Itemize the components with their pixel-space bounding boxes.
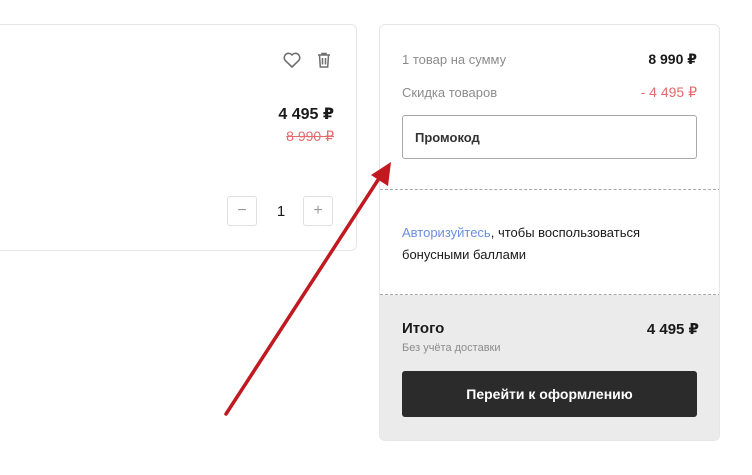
login-link[interactable]: Авторизуйтесь bbox=[402, 225, 491, 240]
bonus-text: Авторизуйтесь, чтобы воспользоваться бон… bbox=[402, 222, 692, 266]
order-summary-panel: 1 товар на сумму 8 990 ₽ Скидка товаров … bbox=[379, 24, 720, 441]
items-total-label: 1 товар на сумму bbox=[402, 52, 507, 67]
heart-icon bbox=[283, 52, 301, 68]
trash-icon bbox=[318, 52, 330, 68]
total-note: Без учёта доставки bbox=[402, 342, 501, 354]
items-total-value: 8 990 ₽ bbox=[648, 51, 697, 67]
cart-item-card: 4 495 ₽ 8 990 ₽ − 1 + bbox=[0, 24, 357, 251]
items-total-row: 1 товар на сумму 8 990 ₽ bbox=[402, 51, 697, 68]
quantity-increase-button[interactable]: + bbox=[303, 196, 333, 226]
total-value: 4 495 ₽ bbox=[646, 321, 699, 338]
current-price: 4 495 ₽ bbox=[278, 106, 334, 123]
discount-row: Скидка товаров - 4 495 ₽ bbox=[402, 84, 697, 101]
checkout-button[interactable]: Перейти к оформлению bbox=[402, 371, 697, 417]
promo-code-input[interactable] bbox=[402, 115, 697, 159]
discount-label: Скидка товаров bbox=[402, 85, 498, 100]
quantity-decrease-button[interactable]: − bbox=[227, 196, 257, 226]
total-block: Итого Без учёта доставки 4 495 ₽ Перейти… bbox=[380, 295, 719, 440]
total-label: Итого bbox=[402, 320, 445, 337]
discount-value: - 4 495 ₽ bbox=[640, 84, 697, 100]
old-price: 8 990 ₽ bbox=[286, 128, 334, 144]
favorite-button[interactable] bbox=[281, 49, 303, 71]
delete-button[interactable] bbox=[313, 49, 335, 71]
bonus-info-box: Авторизуйтесь, чтобы воспользоваться бон… bbox=[380, 189, 719, 295]
quantity-value: 1 bbox=[276, 203, 286, 220]
